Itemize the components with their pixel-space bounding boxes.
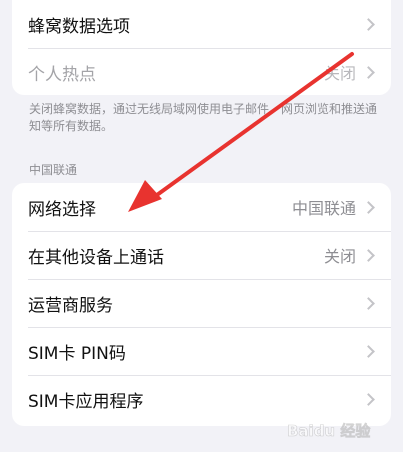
chevron-right-icon	[362, 392, 375, 406]
row-value: 关闭	[323, 247, 356, 266]
chevron-right-icon	[362, 65, 375, 79]
sim-pin-row[interactable]: SIM卡 PIN码	[12, 327, 391, 375]
row-label: 运营商服务	[28, 295, 113, 316]
chevron-right-icon	[362, 200, 375, 214]
row-value: 关闭	[323, 64, 356, 83]
network-selection-row[interactable]: 网络选择 中国联通	[12, 183, 391, 231]
carrier-services-row[interactable]: 运营商服务	[12, 279, 391, 327]
chevron-right-icon	[362, 17, 375, 31]
cellular-settings-group: 蜂窝数据选项 个人热点 关闭	[12, 0, 391, 95]
baidu-jingyan-watermark-icon: Baidu 经验	[287, 422, 372, 441]
row-label: 个人热点	[28, 64, 96, 85]
cellular-data-footnote: 关闭蜂窝数据，通过无线局域网使用电子邮件、网页浏览和推送通知等所有数据。	[29, 102, 378, 133]
personal-hotspot-row[interactable]: 个人热点 关闭	[12, 48, 391, 95]
carrier-settings-group: 网络选择 中国联通 在其他设备上通话 关闭 运营商服务 SIM卡 PIN码 SI…	[12, 183, 391, 426]
row-label: SIM卡 PIN码	[28, 343, 126, 364]
row-label: 在其他设备上通话	[28, 247, 164, 268]
row-label: 网络选择	[28, 199, 96, 220]
watermark-text: Baidu 经验	[287, 422, 371, 440]
carrier-section-header: 中国联通	[29, 163, 78, 177]
row-label: 蜂窝数据选项	[28, 16, 130, 37]
row-label: SIM卡应用程序	[28, 391, 144, 412]
cellular-data-options-row[interactable]: 蜂窝数据选项	[12, 0, 391, 48]
chevron-right-icon	[362, 296, 375, 310]
chevron-right-icon	[362, 248, 375, 262]
calls-on-other-devices-row[interactable]: 在其他设备上通话 关闭	[12, 231, 391, 279]
chevron-right-icon	[362, 344, 375, 358]
row-value: 中国联通	[291, 199, 356, 218]
